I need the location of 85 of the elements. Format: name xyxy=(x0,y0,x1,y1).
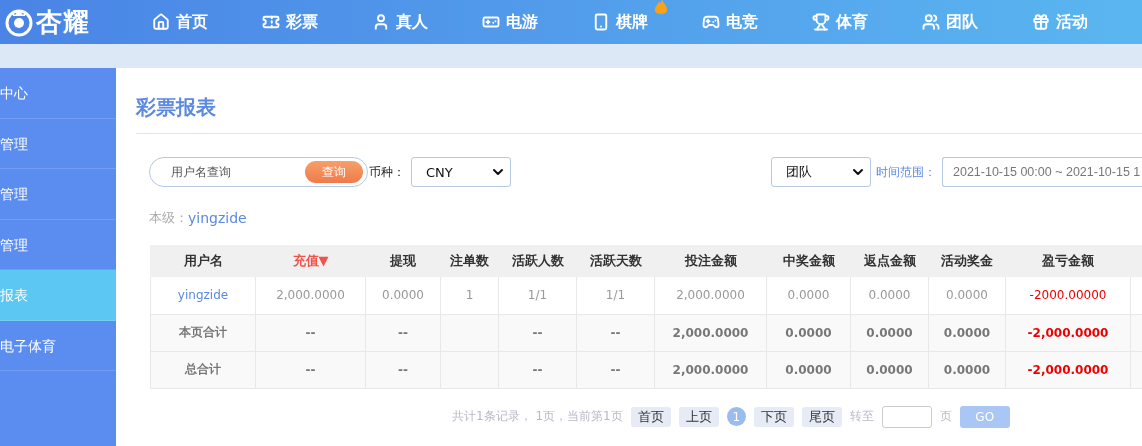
nav-link[interactable]: 团队 xyxy=(922,11,978,33)
user-icon xyxy=(372,13,390,31)
table-cell: 0.0000 xyxy=(850,277,929,314)
prev-page-button[interactable]: 上页 xyxy=(678,406,719,427)
sidebar-item[interactable]: 报表 xyxy=(0,270,116,321)
table-cell: 0.0000 xyxy=(766,314,851,351)
page-unit-label: 页 xyxy=(939,408,952,425)
pagination-summary: 共计1条记录， 1页，当前第1页 xyxy=(452,408,623,425)
table-cell: -- xyxy=(498,351,577,388)
table-cell: 总合计 xyxy=(150,351,256,388)
table-cell: 1 xyxy=(440,277,499,314)
table-cell: 0.0000 xyxy=(766,277,851,314)
column-header[interactable]: 返点金额 xyxy=(850,245,929,277)
column-header[interactable]: 注单数 xyxy=(440,245,499,277)
goto-label: 转至 xyxy=(849,408,874,425)
currency-label: 币种： xyxy=(369,163,405,181)
column-header[interactable]: 活动奖金 xyxy=(928,245,1006,277)
table-cell: 2,000.0000 xyxy=(255,277,366,314)
table-cell: -- xyxy=(255,314,366,351)
search-button[interactable]: 查询 xyxy=(305,161,363,183)
column-header[interactable]: 投注金额 xyxy=(654,245,767,277)
nav-link[interactable]: 电竞 xyxy=(702,11,758,33)
table-cell: 2,000.0000 xyxy=(654,351,767,388)
table-cell: 2,000.0000 xyxy=(654,277,767,314)
first-page-button[interactable]: 首页 xyxy=(630,406,671,427)
sidebar-item[interactable]: 管理 xyxy=(0,118,116,169)
table-cell: 本页合计 xyxy=(150,314,256,351)
column-header[interactable]: 盈亏金额 xyxy=(1005,245,1131,277)
nav-link[interactable]: 电游 xyxy=(482,11,538,33)
nav-link[interactable]: 真人 xyxy=(372,11,428,33)
time-range-label: 时间范围： xyxy=(876,163,936,181)
nav-link[interactable]: 活动 xyxy=(1032,11,1088,33)
go-button[interactable]: GO xyxy=(959,405,1010,428)
table-cell: 0.0000 xyxy=(928,351,1006,388)
table-cell: -2,000.0000 xyxy=(1005,351,1131,388)
sidebar-item[interactable]: 管理 xyxy=(0,169,116,220)
level-label: 本级： xyxy=(149,209,188,227)
date-range-field[interactable]: 2021-10-15 00:00 ~ 2021-10-15 1 xyxy=(942,157,1142,187)
table-cell: 0.0000 xyxy=(928,277,1006,314)
trophy-icon xyxy=(812,13,830,31)
page-input[interactable] xyxy=(881,405,932,428)
ticket-icon xyxy=(262,13,280,31)
sidebar-item[interactable]: 中心 xyxy=(0,68,116,119)
column-header[interactable]: 中奖金额 xyxy=(766,245,851,277)
page-title: 彩票报表 xyxy=(136,68,1142,134)
table-cell: 1/1 xyxy=(576,277,655,314)
table-cell: 0.0000 xyxy=(850,351,929,388)
table-cell: -2,000.0000 xyxy=(1005,314,1131,351)
next-page-button[interactable]: 下页 xyxy=(753,406,794,427)
table-cell: 0.0000 xyxy=(928,314,1006,351)
table-cell: -- xyxy=(255,351,366,388)
table-cell: 0.0000 xyxy=(850,314,929,351)
table-cell: -- xyxy=(576,314,655,351)
table-cell: 2,000.0000 xyxy=(654,314,767,351)
last-page-button[interactable]: 尾页 xyxy=(801,406,842,427)
table-cell: 0.0000 xyxy=(365,277,441,314)
table-cell: -- xyxy=(365,351,441,388)
column-header[interactable]: 活跃天数 xyxy=(576,245,655,277)
table-cell: -2000.00000 xyxy=(1005,277,1131,314)
page-number[interactable]: 1 xyxy=(726,407,746,426)
home-icon xyxy=(152,13,170,31)
username-link[interactable]: yingzide xyxy=(150,277,256,314)
gamepad-icon xyxy=(702,13,720,31)
sidebar-item[interactable]: 电子体育 xyxy=(0,320,116,371)
nav-link[interactable]: 首页 xyxy=(152,11,208,33)
users-icon xyxy=(922,13,940,31)
table-cell: -- xyxy=(576,351,655,388)
table-cell: -- xyxy=(498,314,577,351)
column-header[interactable]: 提现 xyxy=(365,245,441,277)
column-header[interactable]: 充值▼ xyxy=(255,245,366,277)
nav-link[interactable]: 体育 xyxy=(812,11,868,33)
column-header[interactable]: 用户名 xyxy=(150,245,256,277)
column-header[interactable]: 活跃人数 xyxy=(498,245,577,277)
phone-icon xyxy=(592,13,610,31)
scope-select[interactable]: 团队 xyxy=(771,157,871,187)
nav-link[interactable]: 棋牌 xyxy=(592,11,648,33)
logo-text: 杏耀 xyxy=(36,5,90,39)
currency-select[interactable]: CNY xyxy=(411,157,511,187)
level-user-link[interactable]: yingzide xyxy=(188,210,247,226)
table-cell: 0.0000 xyxy=(766,351,851,388)
nav-link[interactable]: 彩票 xyxy=(262,11,318,33)
gift-icon xyxy=(1032,13,1050,31)
table-cell: 1/1 xyxy=(498,277,577,314)
table-cell: -- xyxy=(365,314,441,351)
logo-icon xyxy=(4,7,34,37)
